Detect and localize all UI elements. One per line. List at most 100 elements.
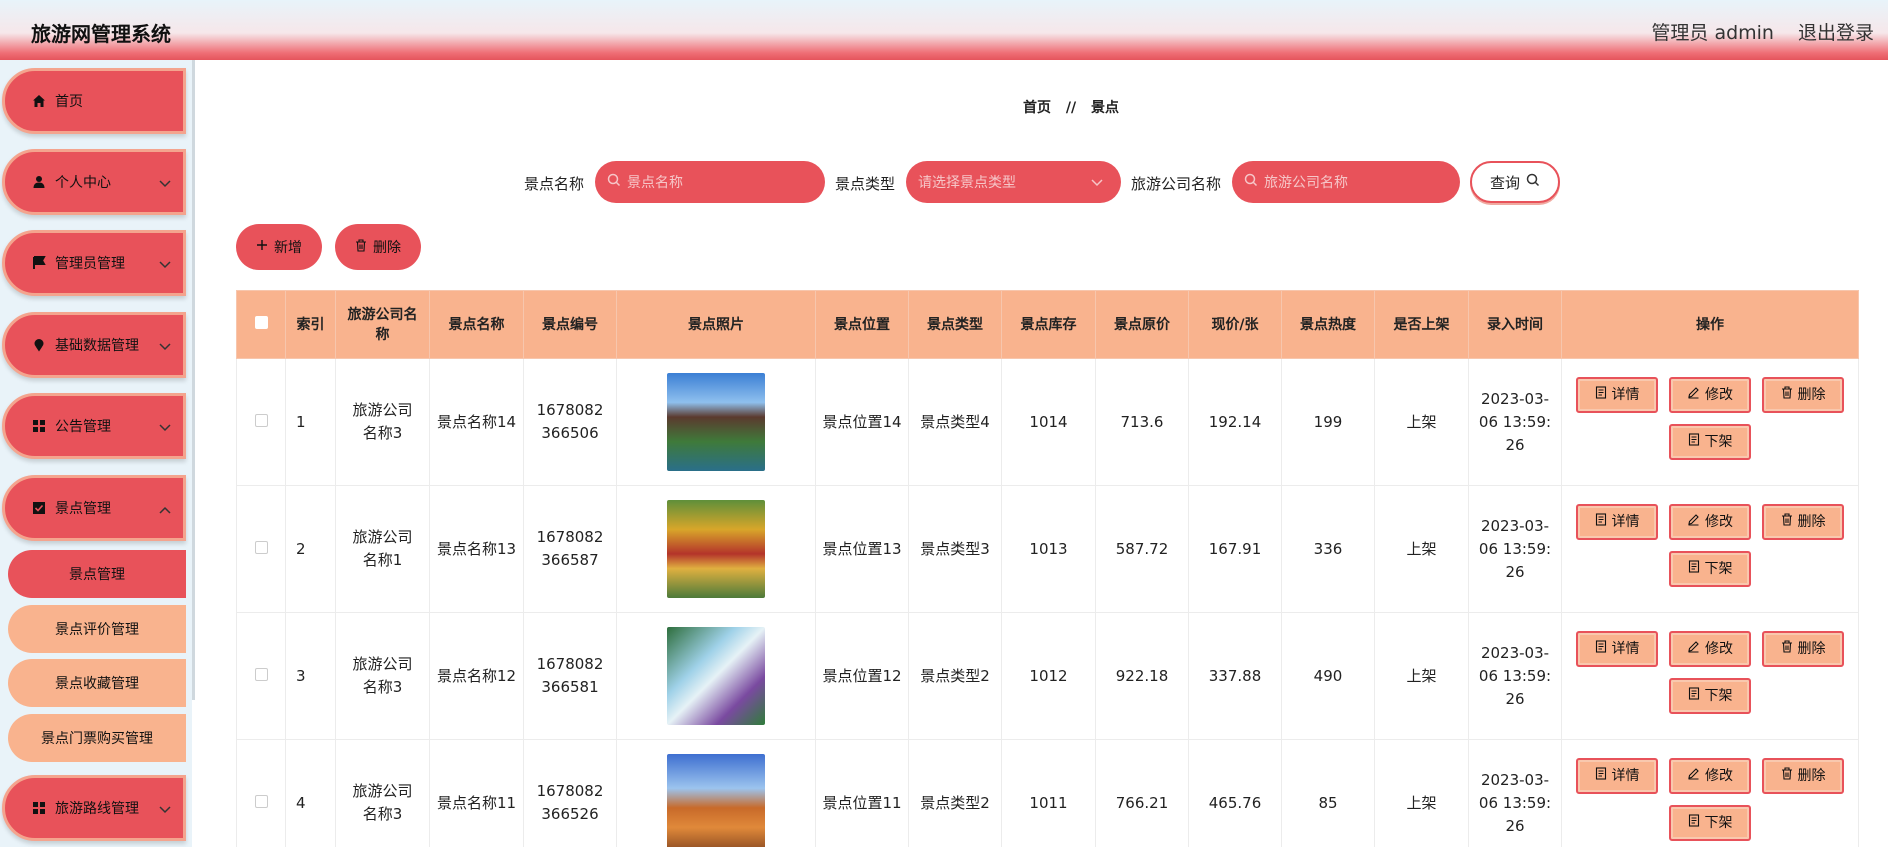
scenic-type-select[interactable]: 请选择景点类型 — [906, 161, 1121, 203]
pencil-icon — [1687, 511, 1705, 534]
column-header: 是否上架 — [1374, 290, 1469, 359]
logout-link[interactable]: 退出登录 — [1798, 18, 1874, 45]
trash-icon — [1781, 511, 1798, 534]
select-all-checkbox[interactable] — [254, 315, 268, 329]
select-all-cell[interactable] — [236, 290, 286, 359]
pencil-icon — [1687, 638, 1705, 661]
row-checkbox[interactable] — [254, 540, 268, 554]
location-cell: 景点位置13 — [815, 485, 909, 613]
delete-button[interactable]: 删除 — [1762, 631, 1844, 667]
detail-button[interactable]: 详情 — [1576, 631, 1658, 667]
user-icon — [31, 174, 47, 190]
edit-button[interactable]: 修改 — [1669, 377, 1751, 413]
type-cell: 景点类型4 — [908, 358, 1002, 486]
delete-button[interactable]: 删除 — [1762, 758, 1844, 794]
company-name-input[interactable]: 旅游公司名称 — [1232, 161, 1460, 203]
offshelf-button[interactable]: 下架 — [1669, 424, 1751, 460]
offshelf-label: 下架 — [1704, 433, 1733, 450]
sidebar-item-label: 基础数据管理 — [55, 338, 139, 354]
sidebar-item-admin-management[interactable]: 管理员管理 — [2, 230, 186, 296]
row-select-cell[interactable] — [236, 612, 286, 740]
add-button[interactable]: 新增 — [236, 224, 322, 270]
row-select-cell[interactable] — [236, 485, 286, 613]
sidebar-subitem-ticket-purchase[interactable]: 景点门票购买管理 — [8, 714, 186, 762]
sidebar-item-route-management[interactable]: 旅游路线管理 — [2, 775, 186, 841]
delete-button[interactable]: 删除 — [1762, 504, 1844, 540]
delete-label: 删除 — [373, 240, 401, 256]
scenic-photo[interactable] — [667, 373, 765, 471]
edit-label: 修改 — [1705, 640, 1733, 657]
location-cell: 景点位置12 — [815, 612, 909, 740]
sidebar-item-label: 旅游路线管理 — [55, 801, 139, 817]
column-header: 景点照片 — [616, 290, 816, 359]
sidebar-item-personal-center[interactable]: 个人中心 — [2, 149, 186, 215]
operations-cell: 详情 修改 删除 下架 — [1561, 739, 1859, 847]
table-row: 2 旅游公司名称1 景点名称13 1678082366587 景点位置13 景点类型3 10… — [236, 485, 1859, 613]
edit-button[interactable]: 修改 — [1669, 631, 1751, 667]
index-cell: 3 — [285, 612, 336, 740]
check-square-icon — [31, 500, 47, 516]
code-cell: 1678082366506 — [523, 358, 617, 486]
sidebar-item-basic-data[interactable]: 基础数据管理 — [2, 312, 186, 378]
photo-cell — [616, 358, 816, 486]
orig-price-cell: 922.18 — [1095, 612, 1189, 740]
detail-button[interactable]: 详情 — [1576, 504, 1658, 540]
document-icon — [1688, 431, 1705, 454]
scenic-name-cell: 景点名称12 — [429, 612, 524, 740]
scenic-photo[interactable] — [667, 500, 765, 598]
offshelf-button[interactable]: 下架 — [1669, 805, 1751, 841]
scenic-photo[interactable] — [667, 627, 765, 725]
batch-delete-button[interactable]: 删除 — [335, 224, 421, 270]
photo-cell — [616, 739, 816, 847]
operations-cell: 详情 修改 删除下架 — [1561, 358, 1859, 486]
scenic-name-cell: 景点名称14 — [429, 358, 524, 486]
app-title: 旅游网管理系统 — [31, 22, 171, 46]
chevron-down-icon — [159, 420, 171, 436]
query-button[interactable]: 查询 — [1470, 161, 1560, 203]
row-select-cell[interactable] — [236, 739, 286, 847]
sidebar-item-scenic-management[interactable]: 景点管理 — [2, 475, 186, 541]
edit-label: 修改 — [1705, 767, 1733, 784]
scenic-name-placeholder: 景点名称 — [627, 175, 683, 191]
delete-button[interactable]: 删除 — [1762, 377, 1844, 413]
detail-button[interactable]: 详情 — [1576, 377, 1658, 413]
document-icon — [1688, 812, 1705, 835]
row-checkbox[interactable] — [254, 413, 268, 427]
document-icon — [1595, 511, 1612, 534]
sidebar-subitem-scenic-review[interactable]: 景点评价管理 — [8, 605, 186, 653]
breadcrumb: 首页 // 景点 — [0, 97, 1888, 117]
status-cell: 上架 — [1374, 612, 1469, 740]
breadcrumb-separator: // — [1065, 100, 1077, 116]
scenic-name-input[interactable]: 景点名称 — [595, 161, 825, 203]
offshelf-button[interactable]: 下架 — [1669, 551, 1751, 587]
scenic-photo[interactable] — [667, 754, 765, 847]
company-name-placeholder: 旅游公司名称 — [1264, 175, 1348, 191]
edit-button[interactable]: 修改 — [1669, 504, 1751, 540]
row-select-cell[interactable] — [236, 358, 286, 486]
chevron-down-icon — [159, 257, 171, 273]
column-header: 景点名称 — [429, 290, 524, 359]
edit-label: 修改 — [1705, 513, 1733, 530]
detail-button[interactable]: 详情 — [1576, 758, 1658, 794]
sidebar-item-label: 景点管理 — [55, 501, 111, 517]
time-cell: 2023-03-06 13:59:26 — [1468, 739, 1562, 847]
row-checkbox[interactable] — [254, 794, 268, 808]
sidebar-scrollbar[interactable] — [192, 60, 195, 700]
stock-cell: 1013 — [1001, 485, 1096, 613]
offshelf-button[interactable]: 下架 — [1669, 678, 1751, 714]
pencil-icon — [1687, 384, 1705, 407]
edit-button[interactable]: 修改 — [1669, 758, 1751, 794]
current-user: 管理员 admin — [1651, 22, 1774, 44]
code-cell: 1678082366587 — [523, 485, 617, 613]
time-cell: 2023-03-06 13:59:26 — [1468, 358, 1562, 486]
breadcrumb-home[interactable]: 首页 — [1023, 100, 1051, 116]
sidebar-item-notice[interactable]: 公告管理 — [2, 393, 186, 459]
row-checkbox[interactable] — [254, 667, 268, 681]
sidebar-subitem-scenic-favorite[interactable]: 景点收藏管理 — [8, 659, 186, 707]
location-cell: 景点位置11 — [815, 739, 909, 847]
company-cell: 旅游公司名称1 — [335, 485, 430, 613]
flag-icon — [31, 255, 47, 271]
chevron-down-icon — [159, 176, 171, 192]
sidebar-subitem-scenic[interactable]: 景点管理 — [8, 550, 186, 598]
delete-label: 删除 — [1797, 640, 1826, 657]
